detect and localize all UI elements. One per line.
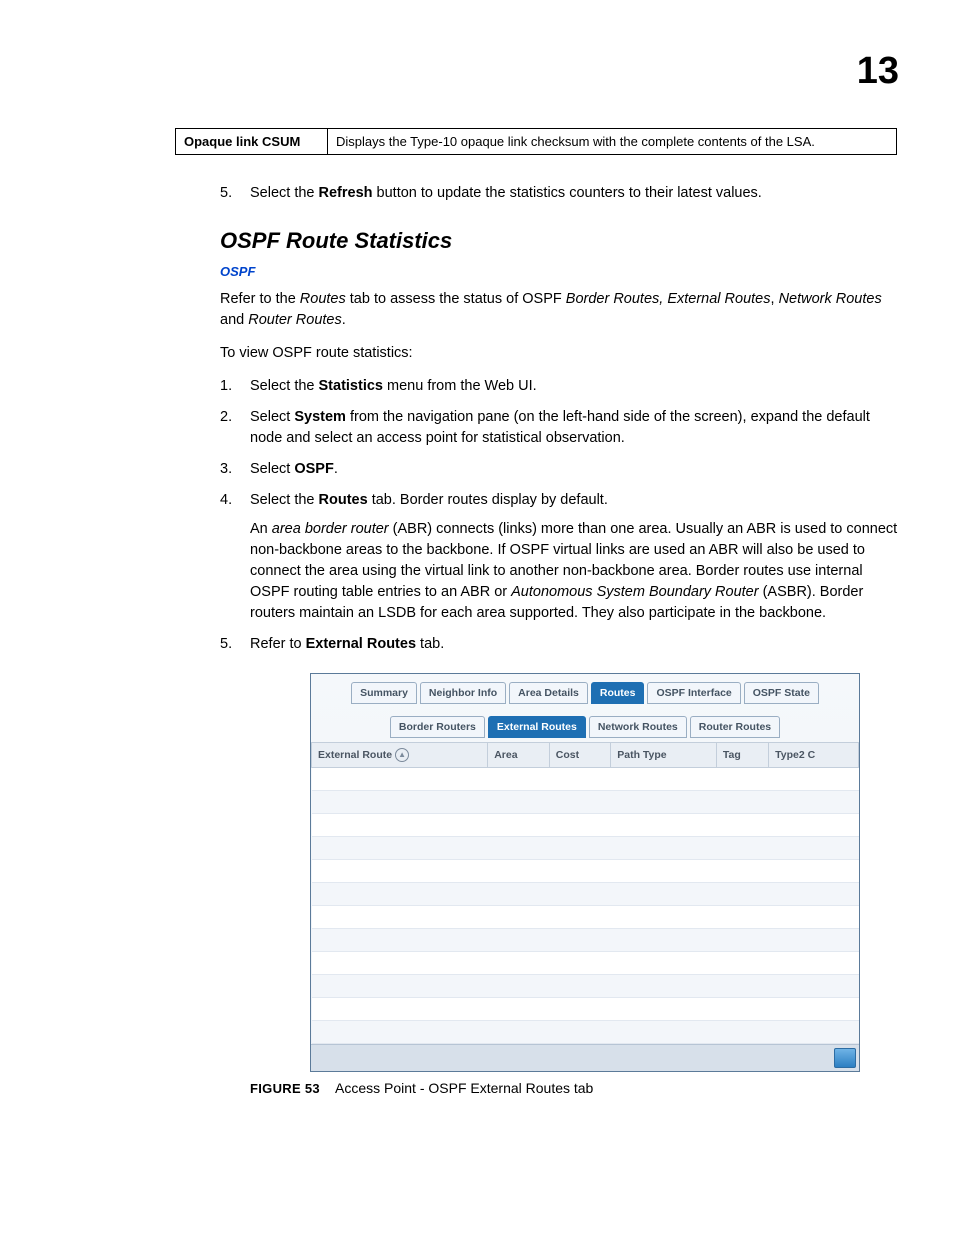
step-number: 5. xyxy=(220,183,245,204)
text-ital: Router Routes xyxy=(248,312,342,328)
ospf-link[interactable]: OSPF xyxy=(220,264,900,279)
tab-area-details[interactable]: Area Details xyxy=(509,682,588,704)
external-routes-grid: External Route▲AreaCostPath TypeTagType2… xyxy=(311,742,859,1044)
figure-screenshot: SummaryNeighbor InfoArea DetailsRoutesOS… xyxy=(310,673,860,1072)
step-text: button to update the statistics counters… xyxy=(373,185,762,201)
step-number: 3. xyxy=(220,459,245,480)
table-row xyxy=(312,929,859,952)
text: . xyxy=(342,312,346,328)
tab-ospf-interface[interactable]: OSPF Interface xyxy=(647,682,740,704)
step-number: 2. xyxy=(220,407,245,428)
column-header[interactable]: Cost xyxy=(549,743,611,768)
text: tab to assess the status of OSPF xyxy=(346,291,566,307)
text-ital: area border router xyxy=(272,521,389,537)
list-item: 2. Select System from the navigation pan… xyxy=(220,407,900,449)
step-number: 1. xyxy=(220,376,245,397)
list-item: 1. Select the Statistics menu from the W… xyxy=(220,376,900,397)
tab-bar: SummaryNeighbor InfoArea DetailsRoutesOS… xyxy=(311,674,859,708)
column-header[interactable]: Type2 C xyxy=(769,743,859,768)
step-text: . xyxy=(334,461,338,477)
column-header[interactable]: External Route▲ xyxy=(312,743,488,768)
table-header-row: External Route▲AreaCostPath TypeTagType2… xyxy=(312,743,859,768)
subtab-external-routes[interactable]: External Routes xyxy=(488,716,586,738)
text-ital: Border Routes, External Routes xyxy=(566,291,771,307)
subtab-network-routes[interactable]: Network Routes xyxy=(589,716,687,738)
step-text: Select xyxy=(250,461,294,477)
table-row xyxy=(312,837,859,860)
figure-text: Access Point - OSPF External Routes tab xyxy=(335,1080,593,1096)
list-item: 3. Select OSPF. xyxy=(220,459,900,480)
list-item: 5. Refer to External Routes tab. xyxy=(220,634,900,655)
step-text: tab. xyxy=(416,636,444,652)
text: and xyxy=(220,312,248,328)
section-heading: OSPF Route Statistics xyxy=(220,228,900,254)
view-line: To view OSPF route statistics: xyxy=(220,343,900,364)
tab-routes[interactable]: Routes xyxy=(591,682,645,704)
table-row xyxy=(312,883,859,906)
column-header[interactable]: Tag xyxy=(716,743,768,768)
table-row xyxy=(312,791,859,814)
definition-table: Opaque link CSUM Displays the Type-10 op… xyxy=(175,128,897,155)
list-item: 4. Select the Routes tab. Border routes … xyxy=(220,490,900,624)
subtab-router-routes[interactable]: Router Routes xyxy=(690,716,780,738)
figure-label: Figure 53 xyxy=(250,1081,320,1096)
table-row xyxy=(312,952,859,975)
step-number: 4. xyxy=(220,490,245,511)
text: Refer to the xyxy=(220,291,300,307)
ui-term: External Routes xyxy=(306,636,416,652)
ui-term: Refresh xyxy=(319,185,373,201)
column-header[interactable]: Area xyxy=(488,743,550,768)
table-row xyxy=(312,860,859,883)
page-number: 13 xyxy=(55,50,899,93)
step-text: Select the xyxy=(250,378,319,394)
text-ital: Routes xyxy=(300,291,346,307)
def-label: Opaque link CSUM xyxy=(176,129,328,155)
sort-icon[interactable]: ▲ xyxy=(395,748,409,762)
ui-term: Routes xyxy=(319,492,368,508)
column-header[interactable]: Path Type xyxy=(611,743,717,768)
text: An xyxy=(250,521,272,537)
ui-term: Statistics xyxy=(319,378,383,394)
step-body: An area border router (ABR) connects (li… xyxy=(250,519,900,624)
table-row xyxy=(312,814,859,837)
text-ital: Autonomous System Boundary Router xyxy=(511,584,758,600)
step-text: menu from the Web UI. xyxy=(383,378,537,394)
table-row xyxy=(312,975,859,998)
export-icon[interactable] xyxy=(834,1048,856,1068)
table-row xyxy=(312,1021,859,1044)
tab-summary[interactable]: Summary xyxy=(351,682,417,704)
step-text: Refer to xyxy=(250,636,306,652)
step-text: Select the xyxy=(250,492,319,508)
step-text: Select xyxy=(250,409,294,425)
text-ital: Network Routes xyxy=(779,291,882,307)
ui-term: System xyxy=(294,409,346,425)
list-item: 5. Select the Refresh button to update t… xyxy=(220,183,900,204)
step-number: 5. xyxy=(220,634,245,655)
step-text: tab. Border routes display by default. xyxy=(368,492,608,508)
figure-caption: Figure 53 Access Point - OSPF External R… xyxy=(250,1080,900,1096)
table-row xyxy=(312,768,859,791)
table-row: Opaque link CSUM Displays the Type-10 op… xyxy=(176,129,897,155)
step-text: Select the xyxy=(250,185,319,201)
grid-footer xyxy=(311,1044,859,1071)
table-row xyxy=(312,906,859,929)
subtab-bar: Border RoutersExternal RoutesNetwork Rou… xyxy=(311,708,859,742)
subtab-border-routers[interactable]: Border Routers xyxy=(390,716,485,738)
intro-paragraph: Refer to the Routes tab to assess the st… xyxy=(220,289,900,331)
def-desc: Displays the Type-10 opaque link checksu… xyxy=(328,129,897,155)
table-row xyxy=(312,998,859,1021)
tab-neighbor-info[interactable]: Neighbor Info xyxy=(420,682,506,704)
text: , xyxy=(771,291,779,307)
tab-ospf-state[interactable]: OSPF State xyxy=(744,682,819,704)
ui-term: OSPF xyxy=(294,461,333,477)
